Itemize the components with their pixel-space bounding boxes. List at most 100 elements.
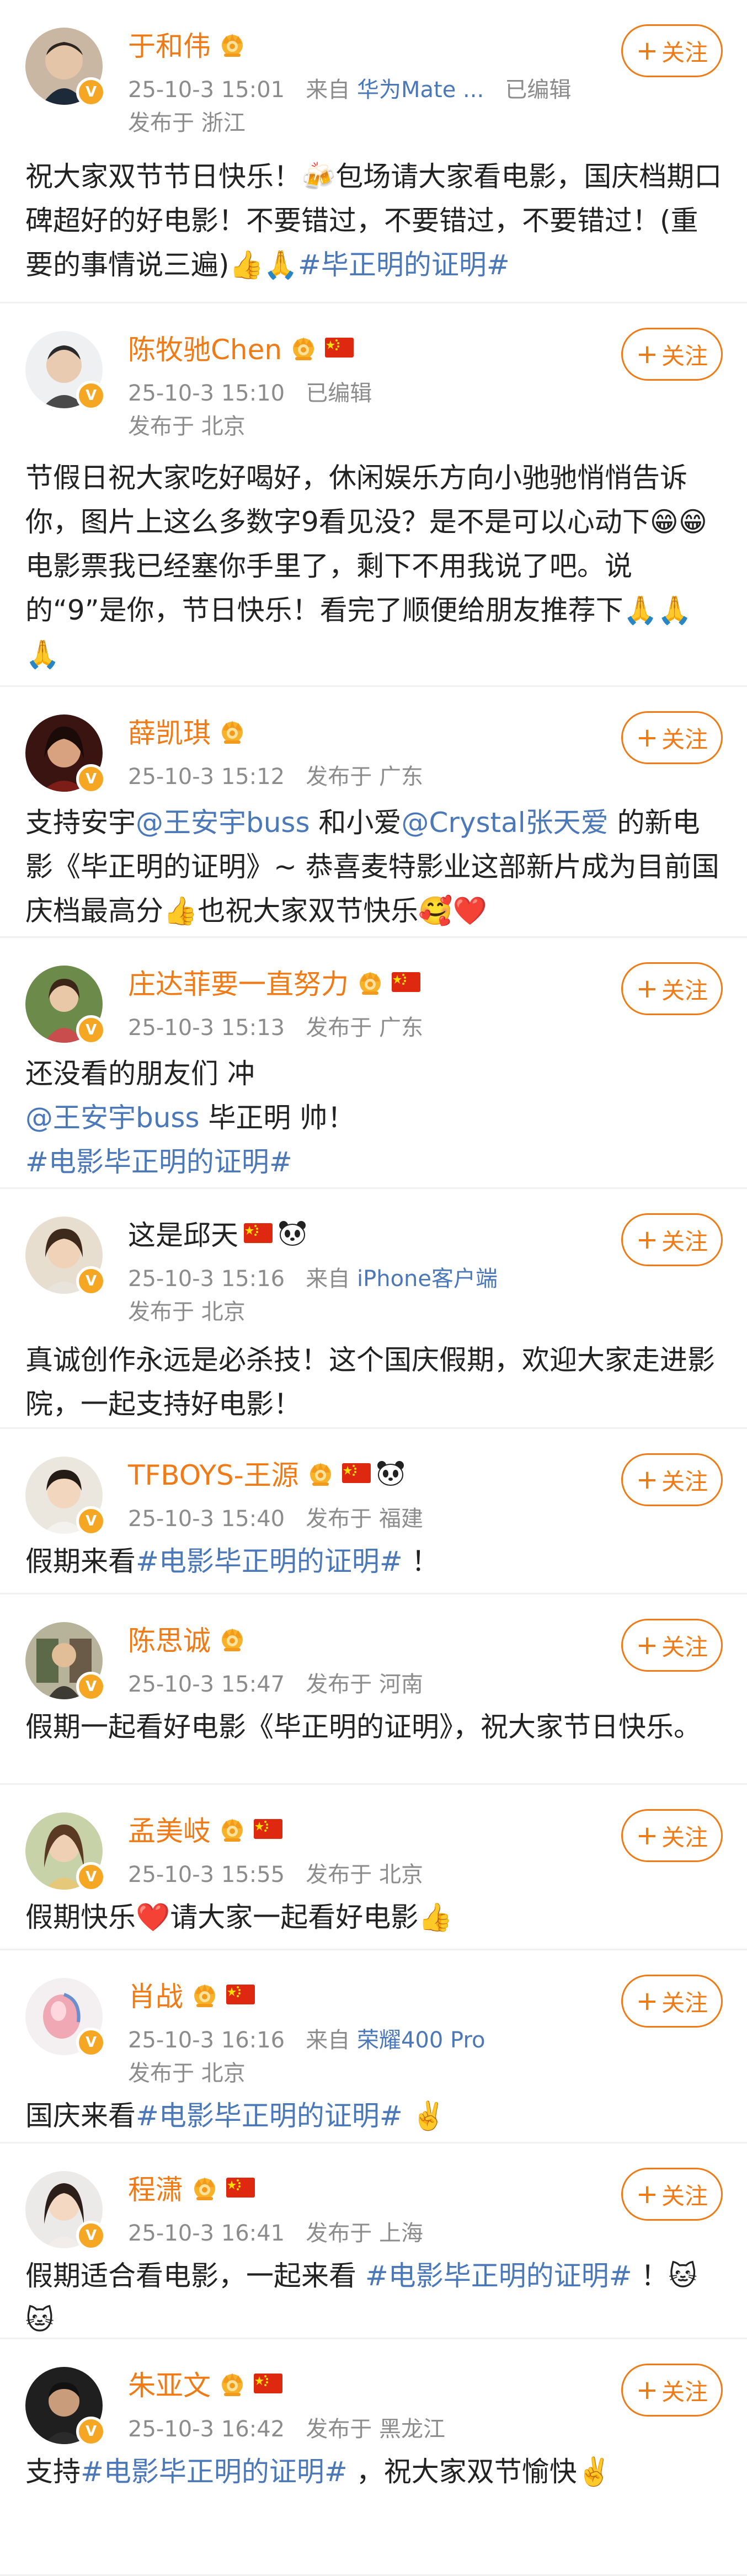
source-prefix: 来自 [306, 2028, 350, 2053]
user-name[interactable]: 于和伟 [128, 24, 211, 64]
post-location: 发布于 浙江 [128, 110, 246, 136]
post-text: 国庆来看#电影毕正明的证明# ✌️ [25, 2100, 446, 2132]
crown-icon [216, 718, 248, 744]
hashtag-link[interactable]: #电影毕正明的证明# [365, 2260, 632, 2292]
post-meng-meiqi: V 孟美岐 25-10-3 15:55 发布于 北京 + 关注 假期快乐❤️请大家… [0, 1785, 747, 1950]
edited-label: 已编辑 [505, 77, 572, 103]
post-time: 25-10-3 16:42 [128, 2417, 285, 2442]
crown-icon [189, 1982, 221, 2007]
china-flag-icon [254, 1819, 282, 1839]
hashtag-link[interactable]: #电影毕正明的证明# [136, 1545, 403, 1577]
avatar[interactable]: V [25, 28, 106, 107]
panda-icon [278, 1220, 307, 1246]
post-meta: 25-10-3 16:42 发布于 黑龙江 [128, 2411, 445, 2443]
post-text: 支持安宇@王安宇buss 和小爱@Crystal张天爱 的新电影《毕正明的证明》… [25, 807, 719, 927]
follow-button[interactable]: + 关注 [621, 1453, 723, 1506]
verified-badge-icon: V [76, 1862, 106, 1892]
verified-badge-icon: V [76, 1266, 106, 1296]
crown-icon [216, 31, 248, 57]
post-text: 假期适合看电影，一起来看 #电影毕正明的证明# ！🐱🐱 [25, 2260, 697, 2336]
follow-button[interactable]: + 关注 [621, 711, 723, 764]
follow-button[interactable]: + 关注 [621, 1619, 723, 1672]
user-name[interactable]: 这是邱天 [128, 1213, 238, 1253]
post-location: 发布于 广东 [306, 1015, 423, 1041]
avatar[interactable]: V [25, 1622, 106, 1702]
post-location: 发布于 北京 [128, 2061, 246, 2086]
plus-icon: + [636, 1464, 659, 1495]
hashtag-link[interactable]: #电影毕正明的证明# [25, 1146, 292, 1178]
mention-link[interactable]: @Crystal张天爱 [401, 807, 608, 839]
china-flag-icon [325, 338, 354, 358]
post-source[interactable]: 华为Mate ... [357, 77, 484, 103]
post-source[interactable]: iPhone客户端 [357, 1266, 498, 1292]
verified-badge-icon: V [76, 1015, 106, 1045]
post-location: 发布于 北京 [128, 1299, 246, 1325]
avatar[interactable]: V [25, 1978, 106, 2057]
plus-icon: + [636, 2375, 659, 2406]
verified-badge-icon: V [76, 2221, 106, 2250]
post-location: 发布于 北京 [306, 1862, 423, 1887]
avatar[interactable]: V [25, 1812, 106, 1892]
follow-button[interactable]: + 关注 [621, 1213, 723, 1266]
follow-button[interactable]: + 关注 [621, 1975, 723, 2028]
avatar[interactable]: V [25, 1457, 106, 1536]
hashtag-link[interactable]: #毕正明的证明# [298, 249, 510, 281]
user-name[interactable]: 庄达菲要一直努力 [128, 962, 349, 1002]
post-chen-muchi: V 陈牧驰Chen 25-10-3 15:10 已编辑 发布于 北京 + 关注 节… [0, 303, 747, 687]
follow-button[interactable]: + 关注 [621, 328, 723, 381]
post-time: 25-10-3 15:40 [128, 1506, 285, 1532]
post-meta: 25-10-3 15:16 来自 iPhone客户端 [128, 1261, 498, 1293]
crown-icon [354, 969, 386, 995]
post-location: 发布于 福建 [306, 1506, 423, 1532]
avatar[interactable]: V [25, 331, 106, 410]
post-location: 发布于 北京 [128, 414, 246, 439]
hashtag-link[interactable]: #电影毕正明的证明# [81, 2456, 348, 2488]
post-time: 25-10-3 15:16 [128, 1266, 285, 1292]
crown-icon [305, 1460, 337, 1486]
post-text: 节假日祝大家吃好喝好，休闲娱乐方向小驰驰悄悄告诉你，图片上这么多数字9看见没？是… [25, 462, 708, 670]
user-name[interactable]: TFBOYS-王源 [128, 1453, 299, 1493]
follow-button[interactable]: + 关注 [621, 2364, 723, 2417]
follow-button[interactable]: + 关注 [621, 1809, 723, 1862]
user-name[interactable]: 程潇 [128, 2168, 183, 2207]
post-meta: 25-10-3 16:41 发布于 上海 [128, 2215, 423, 2247]
plus-icon: + [636, 1820, 659, 1851]
user-name[interactable]: 朱亚文 [128, 2364, 211, 2403]
mention-link[interactable]: @王安宇buss [25, 1102, 200, 1134]
crown-icon [189, 2175, 221, 2200]
avatar[interactable]: V [25, 966, 106, 1045]
avatar[interactable]: V [25, 714, 106, 794]
avatar[interactable]: V [25, 1217, 106, 1296]
user-name[interactable]: 孟美岐 [128, 1809, 211, 1849]
plus-icon: + [636, 339, 659, 370]
mention-link[interactable]: @王安宇buss [136, 807, 310, 839]
post-location: 发布于 上海 [306, 2221, 423, 2246]
post-meta: 25-10-3 15:47 发布于 河南 [128, 1666, 423, 1698]
post-time: 25-10-3 16:41 [128, 2221, 285, 2246]
avatar[interactable]: V [25, 2367, 106, 2446]
post-xue-kaiqi: V 薛凯琪 25-10-3 15:12 发布于 广东 + 关注 支持安宇@王安宇b… [0, 687, 747, 938]
post-yu-hewei: V 于和伟 25-10-3 15:01 来自 华为Mate ... 已编辑 发布… [0, 0, 747, 303]
post-text: 支持#电影毕正明的证明# ，祝大家双节愉快✌️ [25, 2456, 611, 2488]
verified-badge-icon: V [76, 77, 106, 107]
follow-button[interactable]: + 关注 [621, 2168, 723, 2221]
follow-button[interactable]: + 关注 [621, 962, 723, 1015]
verified-badge-icon: V [76, 381, 106, 410]
verified-badge-icon: V [76, 2417, 106, 2446]
post-time: 25-10-3 16:16 [128, 2028, 285, 2053]
user-name[interactable]: 肖战 [128, 1975, 183, 2014]
crown-icon [216, 1626, 248, 1651]
plus-icon: + [636, 1986, 659, 2017]
plus-icon: + [636, 1630, 659, 1661]
user-name[interactable]: 陈牧驰Chen [128, 328, 282, 367]
hashtag-link[interactable]: #电影毕正明的证明# [136, 2100, 403, 2132]
follow-button[interactable]: + 关注 [621, 24, 723, 77]
post-text: 假期快乐❤️请大家一起看好电影👍 [25, 1901, 453, 1933]
post-meta: 25-10-3 15:13 发布于 广东 [128, 1010, 423, 1042]
china-flag-icon [342, 1463, 371, 1483]
user-name[interactable]: 薛凯琪 [128, 711, 211, 751]
post-source[interactable]: 荣耀400 Pro [357, 2028, 485, 2053]
avatar[interactable]: V [25, 2171, 106, 2250]
user-name[interactable]: 陈思诚 [128, 1619, 211, 1658]
post-text: 还没看的朋友们 冲 @王安宇buss 毕正明 帅！ #电影毕正明的证明# [25, 1058, 355, 1178]
